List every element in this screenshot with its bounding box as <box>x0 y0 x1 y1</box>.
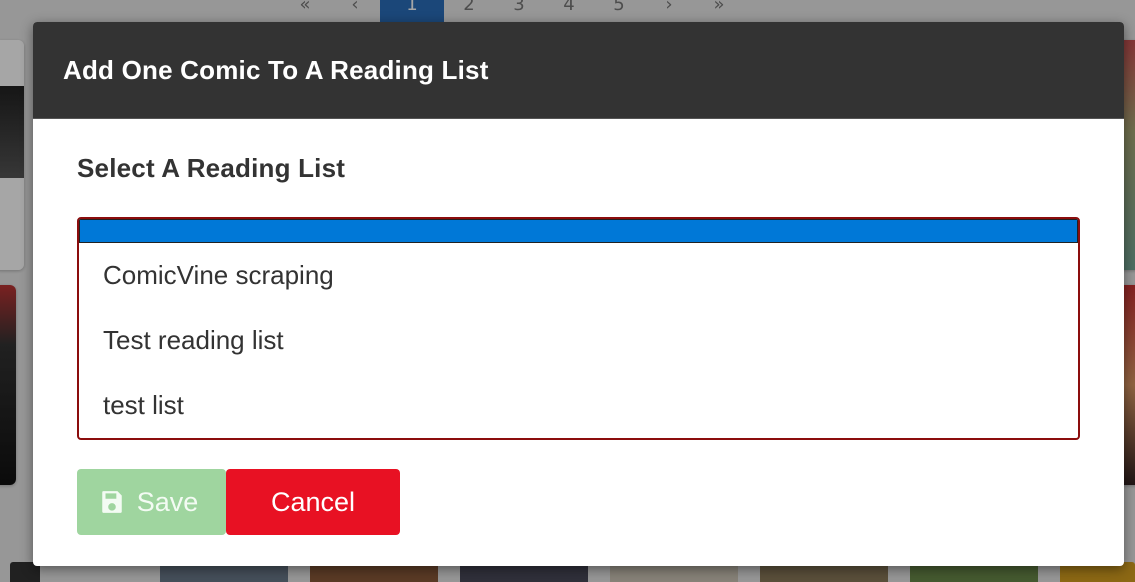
reading-list-label: Select A Reading List <box>77 153 346 183</box>
dialog-header: Add One Comic To A Reading List <box>33 22 1124 119</box>
dialog-body: Select A Reading List ComicVine scraping… <box>33 119 1124 535</box>
cancel-button-label: Cancel <box>270 486 356 517</box>
dialog-actions: Save Cancel <box>77 469 1080 535</box>
reading-list-option[interactable]: test list <box>79 373 1078 438</box>
reading-list-option[interactable]: ComicVine scraping <box>79 243 1078 308</box>
add-to-reading-list-dialog: Add One Comic To A Reading List Select A… <box>33 22 1124 566</box>
save-button[interactable]: Save <box>77 469 226 535</box>
cancel-button[interactable]: Cancel <box>226 469 400 535</box>
floppy-disk-icon <box>101 491 122 513</box>
reading-list-option-empty[interactable] <box>79 219 1078 243</box>
save-button-label: Save <box>136 486 199 517</box>
reading-list-select[interactable]: ComicVine scraping Test reading list tes… <box>77 217 1080 440</box>
reading-list-option[interactable]: Test reading list <box>79 308 1078 373</box>
dialog-title: Add One Comic To A Reading List <box>63 54 489 85</box>
